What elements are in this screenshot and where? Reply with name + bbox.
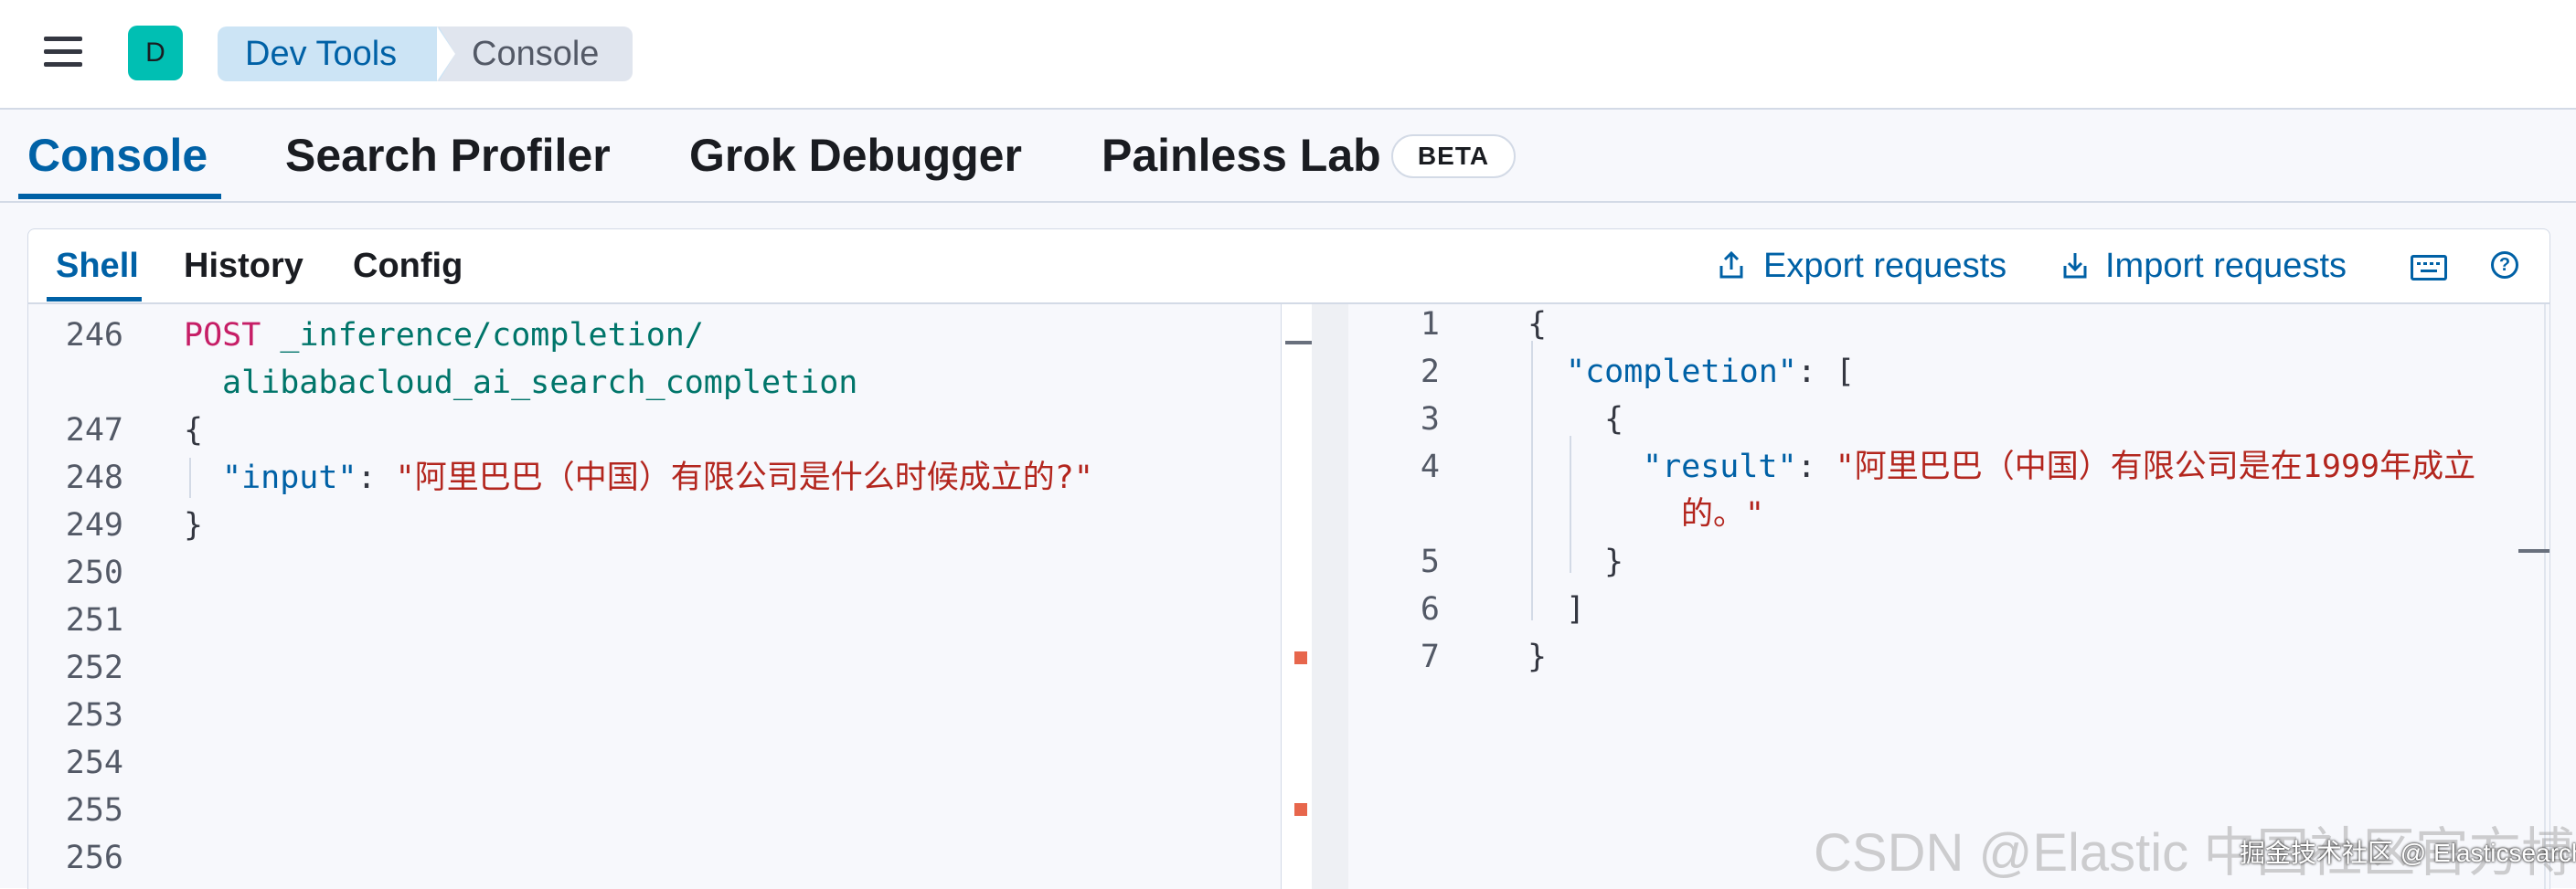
tab-grok-debugger[interactable]: Grok Debugger [689,128,1022,183]
watermark-overlay: 掘金技术社区 @ Elasticsearch [2240,839,2576,867]
line-number: 252 [65,650,123,686]
request-line: POST _inference/completion/ [184,312,704,359]
top-header: D Dev Tools Console [0,0,2576,110]
response-editor: 1 2 3 4 5 6 7 { "completion": [ { "resul… [1348,304,2549,889]
space-avatar[interactable]: D [128,26,183,80]
tab-console[interactable]: Console [27,128,208,183]
json-colon: : [357,460,396,496]
breadcrumb-separator [437,26,455,81]
line-number: 1 [1420,306,1440,343]
import-icon[interactable] [2061,249,2089,280]
line-number: 4 [1420,449,1440,485]
breadcrumb-console: Console [437,26,633,81]
code-bracket: ] [1566,591,1586,628]
code-brace: } [1528,639,1548,675]
export-icon[interactable] [1718,249,1745,280]
active-tab-indicator [18,194,221,199]
json-key: "result" [1643,449,1797,485]
menu-icon[interactable] [44,37,84,69]
json-string-value: "阿里巴巴（中国）有限公司是在1999年成立 [1835,449,2476,485]
json-colon: : [1796,449,1836,485]
line-number: 248 [65,460,123,496]
line-number: 246 [65,317,123,354]
line-number: 255 [65,792,123,829]
tab-search-profiler[interactable]: Search Profiler [285,128,611,183]
line-number: 249 [65,507,123,544]
line-number: 250 [65,555,123,591]
indent-guide [189,458,191,498]
line-number: 256 [65,840,123,876]
response-line: "result": "阿里巴巴（中国）有限公司是在1999年成立 [1643,443,2475,491]
scroll-thumb[interactable] [1285,341,1313,344]
line-number: 6 [1420,591,1440,628]
code-brace: } [1604,544,1624,580]
request-body-line: "input": "阿里巴巴（中国）有限公司是什么时候成立的?" [222,454,1093,502]
json-key: "completion" [1566,354,1797,390]
import-requests-button[interactable]: Import requests [2105,240,2347,291]
error-marker [1294,803,1307,816]
console-panel: Shell History Config Export requests Imp… [27,228,2550,889]
code-brace: { [1528,306,1548,343]
indent-guide [1570,436,1571,573]
breadcrumb-dev-tools[interactable]: Dev Tools [218,26,441,81]
main-tab-bar: Console Search Profiler Grok Debugger Pa… [0,110,2576,203]
line-number: 253 [65,697,123,734]
error-marker [1294,651,1307,664]
response-scrollbar-track [2544,304,2546,889]
beta-badge: BETA [1391,134,1516,178]
sub-tab-indicator [47,297,142,302]
request-path-continued: alibabacloud_ai_search_completion [222,365,858,401]
request-editor[interactable]: 246 247 248 249 250 251 252 253 254 255 … [28,304,1281,889]
indent-guide [1531,341,1533,620]
line-number: 3 [1420,401,1440,438]
keyboard-shortcuts-icon[interactable] [2411,255,2447,280]
line-number: 247 [65,412,123,449]
tab-history[interactable]: History [184,240,303,291]
line-number: 251 [65,602,123,639]
help-icon[interactable]: ? [2491,251,2518,279]
code-brace: } [184,507,204,544]
line-number: 7 [1420,639,1440,675]
tab-painless-lab[interactable]: Painless Lab [1102,128,1381,183]
code-brace: { [184,412,204,449]
line-number: 2 [1420,354,1440,390]
code-brace: { [1604,401,1624,438]
request-path: _inference/completion/ [280,317,704,354]
dev-tools-page: Console Search Profiler Grok Debugger Pa… [0,110,2576,889]
editor-gutter [1312,304,1348,889]
line-number: 5 [1420,544,1440,580]
tab-config[interactable]: Config [353,240,463,291]
response-scroll-thumb[interactable] [2518,549,2549,553]
response-line: "completion": [ [1566,348,1855,396]
json-string-value: "阿里巴巴（中国）有限公司是什么时候成立的?" [395,460,1093,496]
tab-shell[interactable]: Shell [56,240,139,291]
export-requests-button[interactable]: Export requests [1763,240,2007,291]
line-number: 254 [65,745,123,781]
console-sub-tab-bar: Shell History Config Export requests Imp… [28,229,2549,304]
json-punctuation: : [ [1796,354,1856,390]
http-method: POST [184,317,261,354]
json-string-value-continued: 的。" [1681,496,1765,533]
json-key: "input" [222,460,357,496]
